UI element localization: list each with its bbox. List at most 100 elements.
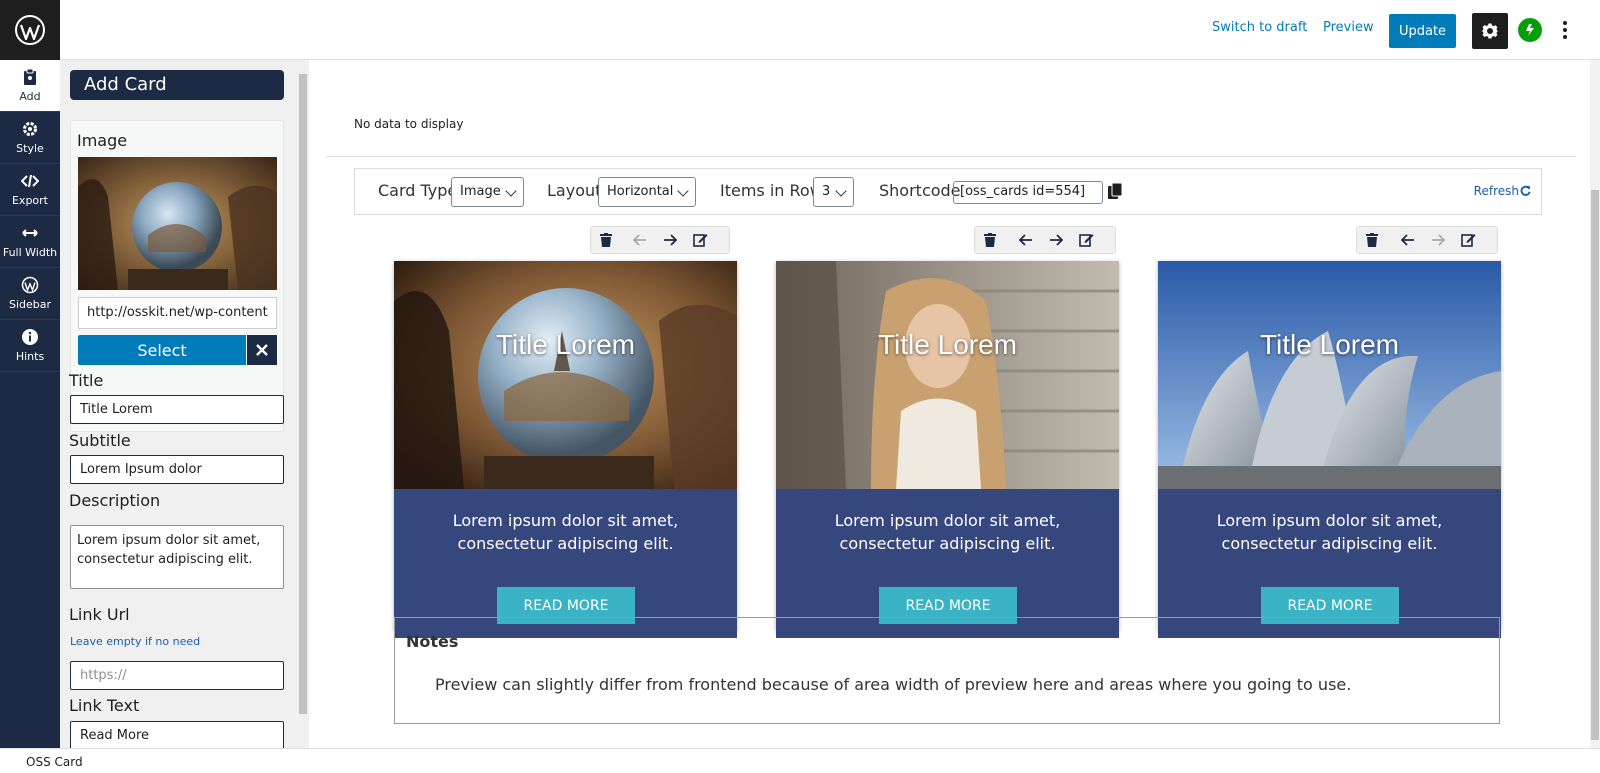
update-button[interactable]: Update	[1389, 14, 1456, 48]
chevron-down-icon	[835, 185, 847, 197]
move-left-button[interactable]	[1011, 227, 1041, 253]
refresh-icon	[1520, 185, 1531, 196]
card-image	[1158, 261, 1501, 489]
card-description: Lorem ipsum dolor sit amet, consectetur …	[1216, 511, 1443, 553]
wordpress-icon	[15, 15, 45, 45]
link-text-input[interactable]: Read More	[70, 721, 284, 748]
editor-topbar: Switch to draft Preview Update	[0, 0, 1600, 60]
edit-icon	[1078, 234, 1093, 247]
subtitle-input[interactable]: Lorem Ipsum dolor	[70, 455, 284, 484]
nav-item-full-width[interactable]: Full Width	[0, 216, 60, 268]
nav-item-export[interactable]: Export	[0, 164, 60, 216]
code-icon	[21, 174, 39, 188]
arrow-right-icon	[1050, 234, 1063, 246]
image-url-input[interactable]: http://osskit.net/wp-content	[78, 297, 277, 329]
arrow-right-icon	[1432, 234, 1445, 246]
jetpack-button[interactable]	[1518, 18, 1542, 42]
status-bar: OSS Card	[0, 748, 1600, 773]
wordpress-logo-button[interactable]	[0, 0, 60, 60]
gear-icon	[23, 122, 37, 136]
link-url-input[interactable]: https://	[70, 661, 284, 690]
card-type-select[interactable]: Image	[451, 177, 524, 207]
card-description: Lorem ipsum dolor sit amet, consectetur …	[452, 511, 679, 553]
title-input[interactable]: Title Lorem	[70, 395, 284, 424]
editor-scrollbar[interactable]	[1590, 60, 1600, 748]
arrow-left-icon	[1401, 234, 1414, 246]
preview-button[interactable]: Preview	[1323, 20, 1374, 35]
image-label: Image	[77, 131, 128, 150]
copy-icon[interactable]	[1107, 182, 1123, 200]
image-preview	[78, 157, 277, 290]
layout-value: Horizontal	[607, 184, 674, 199]
notes-title: Notes	[406, 632, 459, 651]
card-image	[776, 261, 1119, 489]
shortcode-input[interactable]: [oss_cards id=554]	[953, 181, 1103, 204]
panel-scroll-thumb[interactable]	[299, 74, 307, 714]
items-in-row-value: 3	[822, 184, 831, 199]
refresh-label: Refresh	[1473, 184, 1519, 198]
panel-scrollbar[interactable]	[297, 60, 309, 748]
nav-item-sidebar[interactable]: Sidebar	[0, 268, 60, 320]
arrow-left-icon	[1019, 234, 1032, 246]
editor-scroll-thumb[interactable]	[1591, 190, 1599, 740]
card-toolbar	[974, 226, 1116, 254]
arrows-horizontal-icon	[22, 229, 38, 237]
edit-card-button[interactable]	[1453, 227, 1483, 253]
arrow-right-icon	[664, 234, 677, 246]
clipboard-icon	[24, 68, 36, 85]
nav-item-label: Hints	[15, 350, 45, 363]
trash-icon	[984, 233, 996, 247]
move-left-button	[625, 227, 655, 253]
add-card-panel: Add Card Image http://osskit.net/wp-cont…	[60, 60, 297, 748]
description-textarea[interactable]: Lorem ipsum dolor sit amet, consectetur …	[70, 525, 284, 589]
items-in-row-select[interactable]: 3	[813, 177, 854, 207]
subtitle-label: Subtitle	[69, 431, 131, 450]
trash-icon	[1366, 233, 1378, 247]
delete-card-button[interactable]	[591, 227, 621, 253]
layout-select[interactable]: Horizontal	[598, 177, 696, 207]
edit-card-button[interactable]	[685, 227, 715, 253]
clear-image-button[interactable]	[247, 335, 277, 365]
card-preview: Title Lorem Lorem ipsum dolor sit amet, …	[1158, 261, 1501, 638]
edit-icon	[1460, 234, 1475, 247]
move-right-button	[1423, 227, 1453, 253]
editor-canvas: No data to display Card Type Image Layou…	[310, 60, 1590, 748]
options-menu-button[interactable]	[1558, 18, 1572, 42]
chevron-down-icon	[505, 185, 517, 197]
move-right-button[interactable]	[1041, 227, 1071, 253]
card-type-value: Image	[460, 184, 501, 199]
lightning-icon	[1526, 24, 1534, 36]
nav-item-add[interactable]: Add	[0, 60, 60, 112]
card-description: Lorem ipsum dolor sit amet, consectetur …	[834, 511, 1061, 553]
nav-item-label: Export	[11, 194, 48, 207]
settings-button[interactable]	[1472, 13, 1508, 49]
refresh-button[interactable]: Refresh	[1474, 184, 1531, 198]
card-title: Title Lorem	[877, 329, 1017, 360]
delete-card-button[interactable]	[975, 227, 1005, 253]
link-url-hint: Leave empty if no need	[70, 635, 201, 648]
cards-settings-toolbar: Card Type Image Layout Horizontal Items …	[354, 168, 1542, 215]
nav-item-label: Sidebar	[8, 298, 52, 311]
divider	[326, 156, 1576, 157]
delete-card-button[interactable]	[1357, 227, 1387, 253]
wordpress-icon	[21, 276, 39, 294]
card-image	[394, 261, 737, 489]
info-icon	[22, 329, 38, 345]
nav-item-label: Style	[16, 142, 44, 155]
trash-icon	[600, 233, 612, 247]
move-right-button[interactable]	[655, 227, 685, 253]
nav-item-style[interactable]: Style	[0, 112, 60, 164]
edit-card-button[interactable]	[1071, 227, 1101, 253]
switch-to-draft-button[interactable]: Switch to draft	[1212, 20, 1307, 35]
card-title: Title Lorem	[495, 329, 635, 360]
arrow-left-icon	[633, 234, 646, 246]
move-left-button[interactable]	[1393, 227, 1423, 253]
nav-item-label: Full Width	[2, 246, 58, 259]
select-image-button[interactable]: Select	[78, 335, 246, 365]
nav-item-hints[interactable]: Hints	[0, 320, 60, 372]
shortcode-label: Shortcode	[879, 181, 961, 200]
card-preview: Title Lorem Lorem ipsum dolor sit amet, …	[394, 261, 737, 638]
edit-icon	[692, 234, 707, 247]
description-label: Description	[69, 491, 161, 510]
card-preview: Title Lorem Lorem ipsum dolor sit amet, …	[776, 261, 1119, 638]
